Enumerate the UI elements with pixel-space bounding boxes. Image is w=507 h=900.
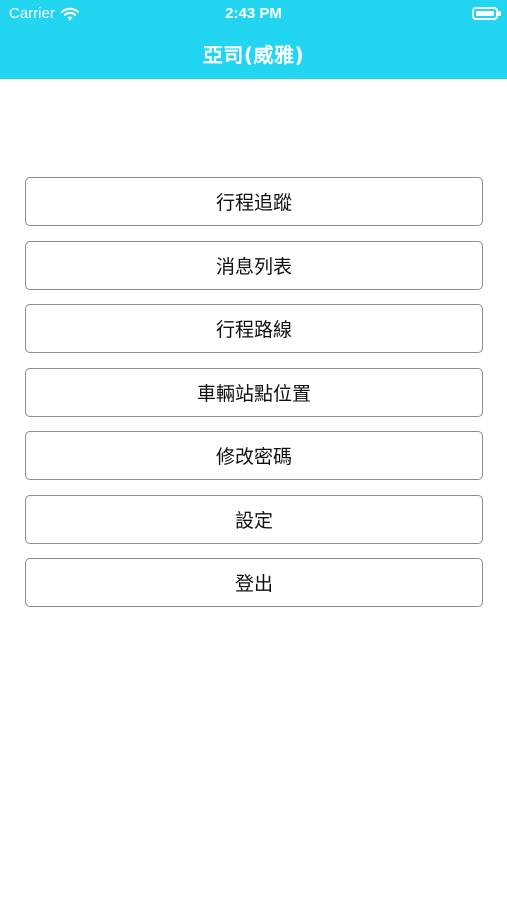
status-bar: Carrier 2:43 PM: [0, 0, 507, 28]
battery-icon: [472, 7, 501, 20]
top-bar: Carrier 2:43 PM 亞司(威雅): [0, 0, 507, 79]
clock: 2:43 PM: [225, 5, 282, 22]
battery-level: [476, 11, 494, 16]
trip-tracking-button[interactable]: 行程追蹤: [25, 177, 483, 226]
main-menu: 行程追蹤 消息列表 行程路線 車輛站點位置 修改密碼 設定 登出: [25, 177, 483, 622]
settings-button[interactable]: 設定: [25, 494, 483, 544]
logout-button[interactable]: 登出: [25, 558, 483, 607]
page-title: 亞司(威雅): [202, 43, 305, 67]
message-list-button[interactable]: 消息列表: [25, 240, 483, 290]
trip-route-button[interactable]: 行程路線: [25, 304, 483, 353]
change-password-button[interactable]: 修改密碼: [25, 431, 483, 480]
vehicle-stop-location-button[interactable]: 車輛站點位置: [25, 367, 483, 417]
